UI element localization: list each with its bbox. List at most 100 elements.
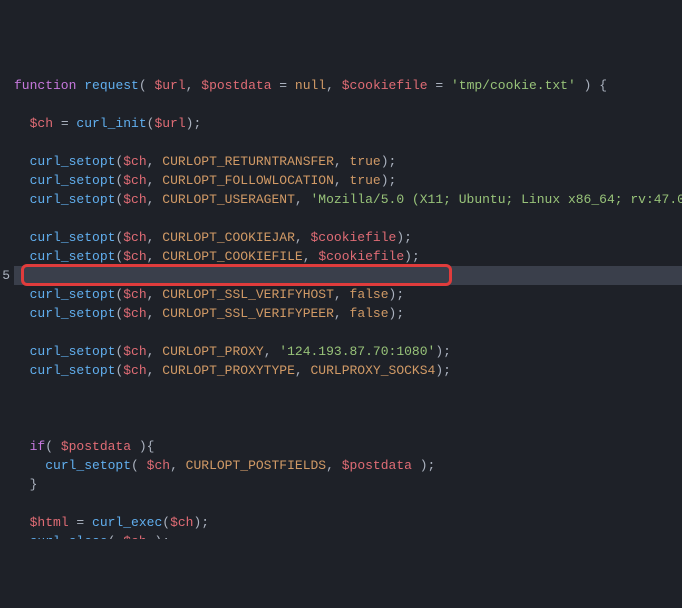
token-keyword: function xyxy=(14,78,76,93)
token-plain xyxy=(14,116,30,131)
token-punct: ( xyxy=(108,534,124,539)
line-number xyxy=(0,380,10,399)
token-func: curl_setopt xyxy=(30,192,116,207)
token-var: $postdata xyxy=(201,78,271,93)
token-const: CURLOPT_POSTFIELDS xyxy=(186,458,326,473)
token-var: $cookiefile xyxy=(318,249,404,264)
token-punct: ); xyxy=(435,344,451,359)
token-var: $ch xyxy=(123,154,146,169)
token-punct: , xyxy=(147,154,163,169)
token-const: CURLOPT_FOLLOWLOCATION xyxy=(162,173,334,188)
line-number xyxy=(0,570,10,589)
code-line[interactable]: function request( $url, $postdata = null… xyxy=(14,76,682,95)
token-punct: ); xyxy=(154,534,170,539)
token-var: $cookiefile xyxy=(342,78,428,93)
line-number xyxy=(0,76,10,95)
line-number xyxy=(0,57,10,76)
token-var: $url xyxy=(154,116,185,131)
token-punct: , xyxy=(334,287,350,302)
token-punct: , xyxy=(147,230,163,245)
code-line[interactable]: if( $postdata ){ xyxy=(14,437,682,456)
code-line[interactable] xyxy=(14,323,682,342)
token-var: $ch xyxy=(123,344,146,359)
token-plain xyxy=(131,439,139,454)
code-line[interactable]: curl_setopt( $ch, CURLOPT_POSTFIELDS, $p… xyxy=(14,456,682,475)
token-punct: , xyxy=(326,78,342,93)
line-number xyxy=(0,494,10,513)
token-var: $cookiefile xyxy=(311,230,397,245)
code-line[interactable]: curl_setopt($ch, CURLOPT_COOKIEJAR, $coo… xyxy=(14,228,682,247)
line-number xyxy=(0,190,10,209)
token-punct: ); xyxy=(389,306,405,321)
token-plain xyxy=(14,344,30,359)
token-string: 'tmp/cookie.txt' xyxy=(451,78,576,93)
code-line[interactable]: } xyxy=(14,475,682,494)
code-line[interactable] xyxy=(14,418,682,437)
token-plain: = xyxy=(69,515,92,530)
code-line[interactable]: curl_setopt($ch, CURLOPT_PROXYTYPE, CURL… xyxy=(14,361,682,380)
code-line[interactable] xyxy=(14,380,682,399)
code-line[interactable]: curl_setopt($ch, CURLOPT_RETURNTRANSFER,… xyxy=(14,152,682,171)
token-plain xyxy=(14,173,30,188)
token-punct: ( xyxy=(162,515,170,530)
token-plain xyxy=(14,534,30,539)
token-bool: true xyxy=(350,173,381,188)
token-punct: ){ xyxy=(139,439,155,454)
token-string: '124.193.87.70:1080' xyxy=(279,344,435,359)
code-editor[interactable]: 5 function request ( $url, $postdata = nu… xyxy=(0,0,682,539)
code-line[interactable]: curl_setopt($ch, CURLOPT_USERAGENT, 'Moz… xyxy=(14,190,682,209)
token-punct: ( xyxy=(131,458,147,473)
code-line[interactable]: curl_setopt($ch, CURLOPT_COOKIEFILE, $co… xyxy=(14,247,682,266)
token-punct: ); xyxy=(396,230,412,245)
code-line[interactable]: curl_setopt($ch, CURLOPT_SSL_VERIFYHOST,… xyxy=(14,285,682,304)
token-plain xyxy=(412,458,420,473)
token-func: curl_setopt xyxy=(30,306,116,321)
code-line[interactable]: $html = curl_exec($ch); xyxy=(14,513,682,532)
line-number xyxy=(0,456,10,475)
token-plain xyxy=(14,363,30,378)
token-punct: , xyxy=(147,344,163,359)
token-punct: , xyxy=(147,287,163,302)
code-line[interactable]: curl_setopt($ch, CURLOPT_PROXY, '124.193… xyxy=(14,342,682,361)
token-bool: true xyxy=(350,154,381,169)
token-var: $ch xyxy=(123,287,146,302)
token-bool: null xyxy=(295,78,326,93)
code-line[interactable]: curl_setopt($ch, CURLOPT_FOLLOWLOCATION,… xyxy=(14,171,682,190)
line-number xyxy=(0,152,10,171)
token-punct: , xyxy=(264,344,280,359)
code-line[interactable]: $ch = curl_init($url); xyxy=(14,114,682,133)
token-punct: ); xyxy=(381,173,397,188)
line-number xyxy=(0,342,10,361)
token-punct: , xyxy=(147,363,163,378)
token-func: request xyxy=(84,78,139,93)
token-plain xyxy=(14,439,30,454)
token-func: curl_setopt xyxy=(30,249,116,264)
line-number xyxy=(0,304,10,323)
token-plain xyxy=(14,249,30,264)
line-number xyxy=(0,285,10,304)
token-punct: , xyxy=(295,230,311,245)
line-number xyxy=(0,532,10,551)
token-var: $ch xyxy=(123,192,146,207)
token-punct: , xyxy=(147,173,163,188)
code-line[interactable] xyxy=(14,209,682,228)
token-var: $ch xyxy=(123,534,146,539)
token-plain xyxy=(14,477,30,492)
line-number-gutter: 5 xyxy=(0,0,14,539)
code-area[interactable]: function request ( $url, $postdata = null… xyxy=(14,0,682,539)
token-const: CURLOPT_PROXYTYPE xyxy=(162,363,295,378)
token-punct: , xyxy=(334,306,350,321)
token-plain: = xyxy=(428,78,451,93)
token-punct: , xyxy=(303,249,319,264)
code-line[interactable]: curl_close( $ch ); xyxy=(14,532,682,539)
code-line[interactable] xyxy=(14,133,682,152)
code-line[interactable]: curl_setopt($ch, CURLOPT_SSL_VERIFYPEER,… xyxy=(14,304,682,323)
code-line[interactable] xyxy=(14,494,682,513)
code-line[interactable] xyxy=(14,95,682,114)
line-number xyxy=(0,95,10,114)
code-line[interactable] xyxy=(14,399,682,418)
token-var: $ch xyxy=(123,249,146,264)
token-punct: ); xyxy=(193,515,209,530)
token-bool: false xyxy=(350,287,389,302)
token-plain xyxy=(14,154,30,169)
